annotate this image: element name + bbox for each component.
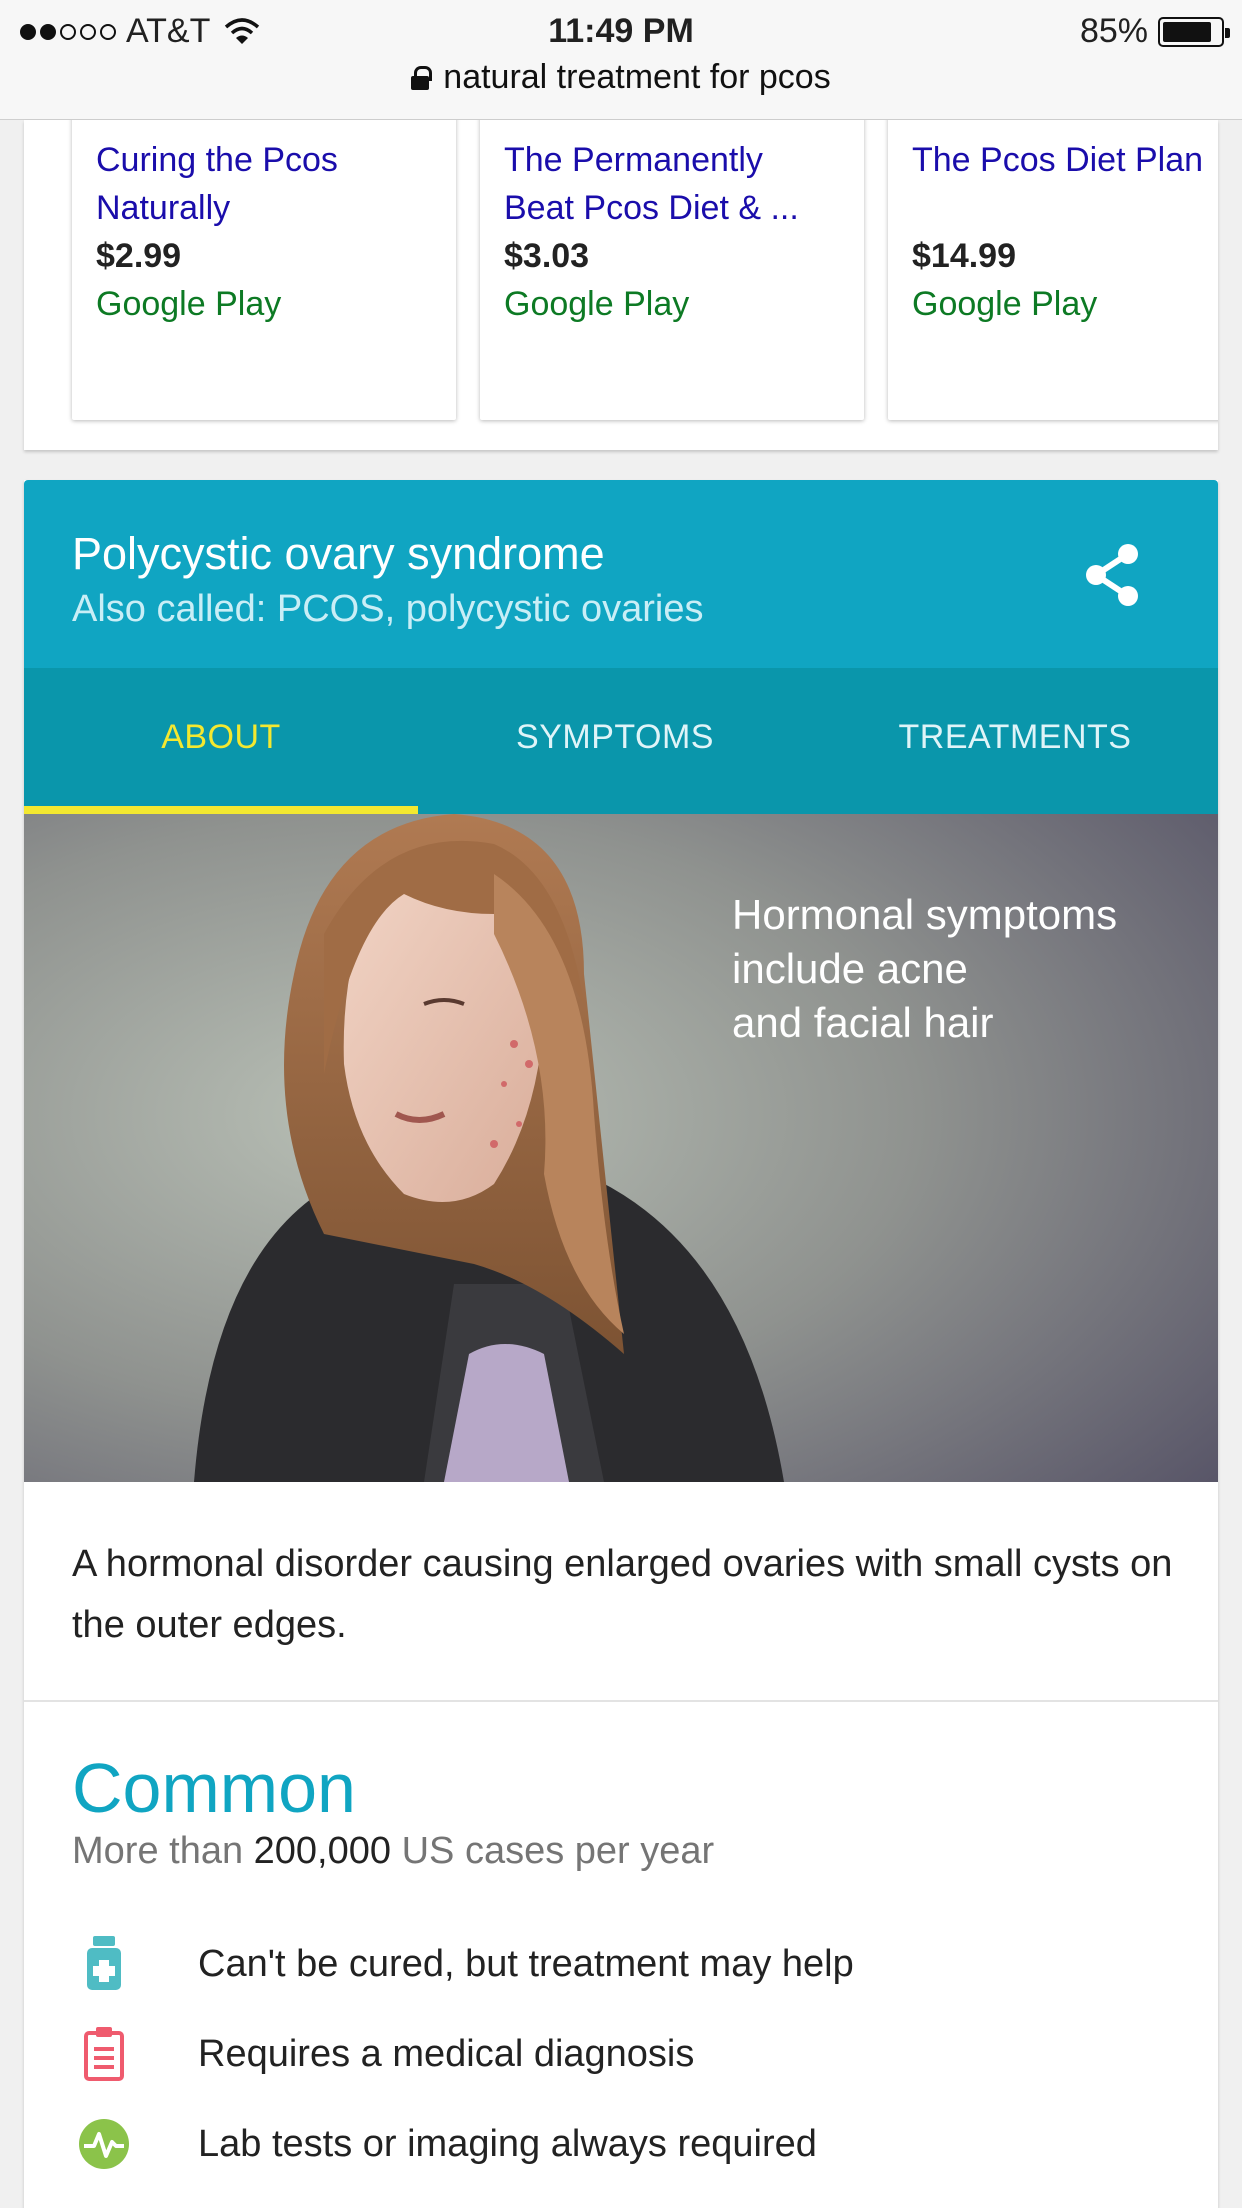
tab-treatments[interactable]: TREATMENTS	[812, 668, 1218, 814]
address-text: natural treatment for pcos	[443, 58, 831, 96]
books-carousel[interactable]: Curing the Pcos Naturally $2.99 Google P…	[24, 120, 1218, 450]
book-title-link[interactable]: The Permanently Beat Pcos Diet & ...	[504, 136, 840, 232]
fact-text: Requires a medical diagnosis	[198, 2032, 695, 2075]
case-count-suffix: US cases per year	[401, 1830, 715, 1872]
book-card[interactable]: Curing the Pcos Naturally $2.99 Google P…	[72, 120, 456, 420]
medicine-bottle-icon	[72, 1932, 136, 1996]
book-card[interactable]: The Permanently Beat Pcos Diet & ... $3.…	[480, 120, 864, 420]
illustration-image: Hormonal symptoms include acne and facia…	[24, 814, 1218, 1482]
clipboard-icon	[72, 2022, 136, 2086]
condition-also-called: Also called: PCOS, polycystic ovaries	[72, 588, 704, 630]
book-price: $14.99	[912, 237, 1016, 275]
book-card[interactable]: The Pcos Diet Plan $14.99 Google Play	[888, 120, 1218, 420]
tab-symptoms[interactable]: SYMPTOMS	[418, 668, 812, 814]
battery-indicator: 85%	[1079, 12, 1230, 51]
fact-row: Lab tests or imaging always required	[72, 2112, 1182, 2176]
fact-text: Can't be cured, but treatment may help	[198, 1942, 854, 1985]
case-count-value: 200,000	[253, 1830, 392, 1872]
tab-bar: ABOUT SYMPTOMS TREATMENTS	[24, 668, 1218, 814]
book-store: Google Play	[96, 285, 282, 323]
address-bar[interactable]: natural treatment for pcos	[0, 58, 1242, 97]
section-divider	[24, 1700, 1218, 1702]
case-count: More than 200,000 US cases per year	[72, 1830, 714, 1873]
frequency-label: Common	[72, 1749, 356, 1827]
case-count-prefix: More than	[72, 1830, 244, 1872]
fact-text: Lab tests or imaging always required	[198, 2122, 817, 2165]
book-title-link[interactable]: Curing the Pcos Naturally	[96, 136, 432, 232]
knowledge-card: Polycystic ovary syndrome Also called: P…	[24, 480, 1218, 2208]
lock-icon	[411, 65, 433, 90]
battery-percent: 85%	[1079, 12, 1148, 50]
fact-row: Can't be cured, but treatment may help	[72, 1932, 1182, 1996]
status-bar: AT&T 11:49 PM 85% natural treatment for …	[0, 0, 1242, 120]
book-price: $2.99	[96, 237, 182, 275]
book-price: $3.03	[504, 237, 590, 275]
condition-title: Polycystic ovary syndrome	[72, 528, 605, 579]
book-title-link[interactable]: The Pcos Diet Plan	[912, 136, 1218, 232]
active-tab-indicator	[24, 806, 418, 814]
knowledge-card-header: Polycystic ovary syndrome Also called: P…	[24, 480, 1218, 668]
book-store: Google Play	[912, 285, 1098, 323]
book-store: Google Play	[504, 285, 690, 323]
status-time: 11:49 PM	[548, 12, 694, 50]
share-icon[interactable]	[1082, 542, 1144, 608]
condition-description: A hormonal disorder causing enlarged ova…	[72, 1543, 1173, 1646]
battery-icon	[1158, 16, 1230, 47]
image-caption: Hormonal symptoms include acne and facia…	[732, 891, 1118, 1046]
fact-row: Requires a medical diagnosis	[72, 2022, 1182, 2086]
tab-about[interactable]: ABOUT	[24, 668, 418, 814]
pulse-icon	[72, 2112, 136, 2176]
